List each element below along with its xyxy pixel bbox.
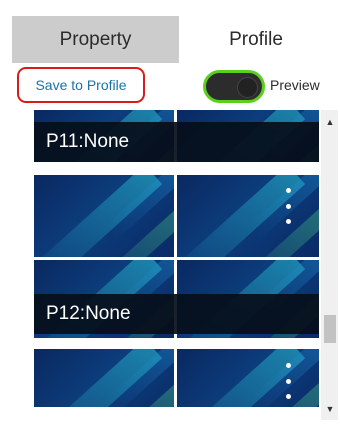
tab-property[interactable]: Property bbox=[12, 16, 179, 63]
profile-thumbnail[interactable] bbox=[34, 349, 174, 407]
profile-caption-text: P12:None bbox=[46, 303, 131, 324]
profile-caption: P11:None bbox=[34, 122, 319, 162]
preview-toggle[interactable] bbox=[203, 70, 265, 103]
profile-caption: P12:None bbox=[34, 294, 319, 334]
scroll-up-icon[interactable]: ▲ bbox=[324, 116, 336, 128]
tab-property-label: Property bbox=[59, 28, 132, 50]
profile-thumbnail[interactable] bbox=[34, 175, 174, 257]
more-options-icon[interactable] bbox=[284, 363, 292, 399]
vertical-scrollbar[interactable]: ▲ ▼ bbox=[321, 110, 338, 420]
profile-thumbnail[interactable] bbox=[177, 175, 319, 257]
profile-caption-text: P11:None bbox=[46, 131, 130, 152]
toggle-thumb bbox=[237, 77, 258, 98]
profile-thumbnail[interactable] bbox=[177, 349, 319, 407]
tab-profile-label: Profile bbox=[229, 28, 283, 50]
more-options-icon[interactable] bbox=[284, 188, 292, 224]
tab-profile[interactable]: Profile bbox=[179, 16, 333, 63]
save-to-profile-button[interactable]: Save to Profile bbox=[17, 67, 145, 103]
scrollbar-thumb[interactable] bbox=[324, 315, 336, 343]
profile-list: P11:None P12:None bbox=[34, 110, 319, 407]
save-to-profile-label: Save to Profile bbox=[35, 77, 127, 93]
preview-label: Preview bbox=[270, 77, 320, 93]
scroll-down-icon[interactable]: ▼ bbox=[324, 403, 336, 415]
